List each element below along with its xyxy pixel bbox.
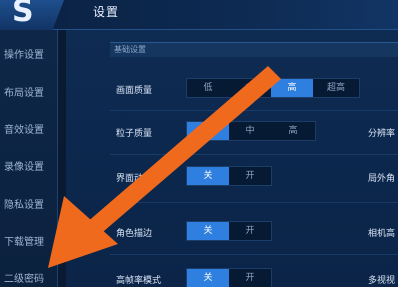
- sidebar-item-download[interactable]: 下载管理: [0, 225, 58, 261]
- divider: [110, 110, 398, 111]
- ui-animation-on[interactable]: 开: [229, 167, 271, 185]
- extra-label: 高帧率模式: [116, 276, 162, 286]
- section-header: 基础设置: [110, 42, 398, 57]
- back-icon: S: [12, 0, 34, 29]
- quality-option-ultra[interactable]: 超高: [313, 79, 359, 97]
- sidebar-item-recording[interactable]: 录像设置: [0, 150, 58, 186]
- particle-option-medium[interactable]: 中: [229, 122, 271, 140]
- outline-toggle: 关 开: [186, 221, 272, 241]
- quality-option-high[interactable]: 高: [271, 79, 313, 97]
- outline-label: 角色描边: [116, 229, 153, 239]
- quality-segment: 低 中 高 超高: [186, 78, 360, 98]
- quality-option-medium[interactable]: 中: [229, 79, 271, 97]
- page-title: 设置: [93, 5, 120, 19]
- sidebar-item-privacy[interactable]: 隐私设置: [0, 188, 58, 224]
- outline-off[interactable]: 关: [187, 222, 229, 240]
- extra-toggle: 关 开: [186, 268, 272, 287]
- angle-label: 局外角: [368, 174, 396, 184]
- particle-segment: 低 中 高: [186, 121, 316, 141]
- quality-label: 画面质量: [116, 86, 153, 96]
- sidebar: 操作设置 布局设置 音效设置 录像设置 隐私设置 下载管理 二级密码: [0, 30, 58, 287]
- sidebar-item-second-password[interactable]: 二级密码: [0, 262, 58, 287]
- top-bar: S 设置: [0, 0, 398, 30]
- divider: [110, 154, 398, 155]
- ui-animation-toggle: 关 开: [186, 166, 272, 186]
- camera-label: 相机高: [368, 229, 396, 239]
- outline-on[interactable]: 开: [229, 222, 271, 240]
- resolution-label: 分辨率: [368, 129, 396, 139]
- sidebar-item-sound[interactable]: 音效设置: [0, 113, 58, 149]
- sidebar-item-operation[interactable]: 操作设置: [0, 38, 58, 74]
- extra-off[interactable]: 关: [187, 269, 229, 287]
- multi-label: 多视视: [368, 276, 396, 286]
- particle-label: 粒子质量: [116, 129, 153, 139]
- back-button[interactable]: S: [0, 0, 64, 30]
- sidebar-item-layout[interactable]: 布局设置: [0, 76, 58, 112]
- divider: [110, 254, 398, 255]
- divider: [110, 202, 398, 203]
- ui-animation-off[interactable]: 关: [187, 167, 229, 185]
- settings-panel: 基础设置 画面质量 低 中 高 超高 粒子质量 低 中 高 分辨率 界面动画 关…: [66, 30, 398, 287]
- extra-on[interactable]: 开: [229, 269, 271, 287]
- ui-animation-label: 界面动画: [116, 174, 153, 184]
- quality-option-low[interactable]: 低: [187, 79, 229, 97]
- particle-option-low[interactable]: 低: [187, 122, 229, 140]
- particle-option-high[interactable]: 高: [271, 122, 315, 140]
